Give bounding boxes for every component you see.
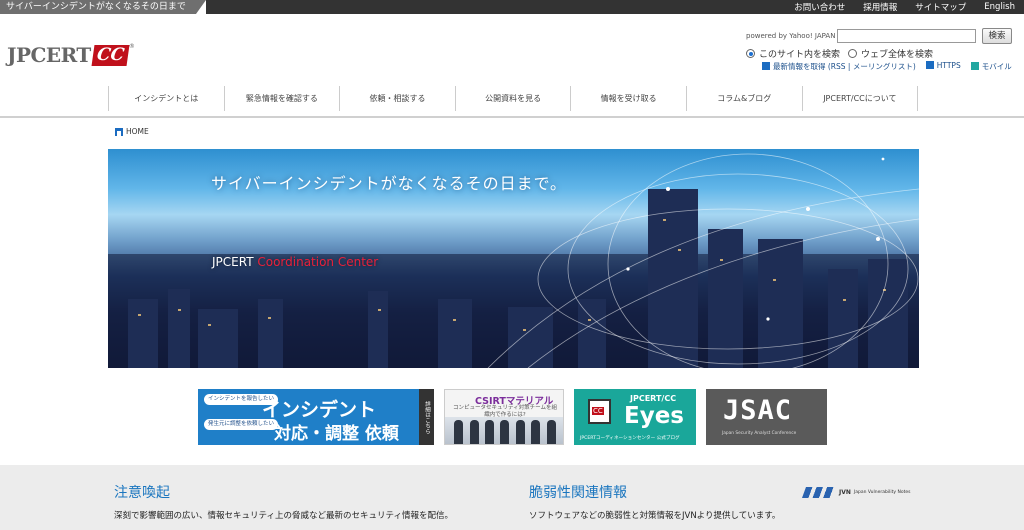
https-link[interactable]: HTTPS — [925, 61, 961, 72]
top-bar: サイバーインシデントがなくなるその日まで お問い合わせ 採用情報 サイトマップ … — [0, 0, 1024, 14]
rss-icon — [762, 62, 770, 70]
mobile-icon — [970, 62, 979, 70]
typewriter-icon — [588, 399, 611, 424]
contact-link[interactable]: お問い合わせ — [785, 1, 854, 13]
hero-tagline: サイバーインシデントがなくなるその日まで。 — [211, 174, 568, 193]
nav-item-column-blog[interactable]: コラム&ブログ — [687, 86, 803, 111]
jvn-mark-icon — [801, 487, 839, 498]
details-label: 詳細はこちら — [419, 389, 434, 445]
info-section: 注意喚起 深刻で影響範囲の広い、情報セキュリティ上の脅威など最新のセキュリティ情… — [0, 465, 1024, 530]
rss-link[interactable]: 最新情報を取得 (RSS | メーリングリスト) — [762, 61, 916, 72]
banner-subtitle: Japan Security Analyst Conference — [722, 431, 797, 436]
feature-banners: インシデントを報告したい 発生元に調整を依頼したい インシデント 対応・調整 依… — [198, 389, 827, 445]
banner-title: Eyes — [624, 403, 684, 429]
banner-subtitle: 対応・調整 依頼 — [274, 424, 399, 444]
feed-links: 最新情報を取得 (RSS | メーリングリスト) HTTPS モバイル — [762, 61, 1012, 72]
nav-item-subscribe[interactable]: 情報を受け取る — [571, 86, 687, 111]
alerts-heading[interactable]: 注意喚起 — [114, 482, 453, 502]
alerts-description: 深刻で影響範囲の広い、情報セキュリティ上の脅威など最新のセキュリティ情報を配信。 — [114, 511, 453, 521]
sitemap-link[interactable]: サイトマップ — [906, 1, 975, 13]
search-input[interactable] — [837, 29, 976, 43]
vulnerability-column: 脆弱性関連情報 ソフトウェアなどの脆弱性と対策情報をJVNより提供しています。 — [529, 482, 780, 521]
incident-report-banner[interactable]: インシデントを報告したい 発生元に調整を依頼したい インシデント 対応・調整 依… — [198, 389, 434, 445]
english-link[interactable]: English — [975, 2, 1024, 12]
nav-item-publications[interactable]: 公開資料を見る — [456, 86, 572, 111]
scope-site-radio[interactable]: このサイト内を検索 — [746, 47, 840, 60]
banner-title: インシデント — [262, 399, 377, 421]
banner-title: JSAC — [723, 395, 793, 426]
lock-icon — [925, 61, 934, 69]
banner-label: JPCERT/CC — [630, 394, 677, 403]
jpcert-logo[interactable]: JPCERT CC ® — [7, 43, 135, 67]
jvn-logo[interactable]: JVN Japan Vulnerability Notes — [801, 487, 910, 498]
nav-item-incident[interactable]: インシデントとは — [109, 86, 225, 111]
nav-item-alerts[interactable]: 緊急情報を確認する — [225, 86, 341, 111]
breadcrumb-home[interactable]: HOME — [126, 127, 149, 136]
nav-item-about[interactable]: JPCERT/CCについて — [803, 86, 919, 111]
team-photo — [445, 417, 563, 444]
eyes-blog-banner[interactable]: JPCERT/CC Eyes JPCERTコーディネーションセンター 公式ブログ — [574, 389, 696, 445]
mobile-link[interactable]: モバイル — [970, 61, 1012, 72]
alerts-column: 注意喚起 深刻で影響範囲の広い、情報セキュリティ上の脅威など最新のセキュリティ情… — [114, 482, 453, 521]
hero-banner: サイバーインシデントがなくなるその日まで。 JPCERT Coordinatio… — [108, 149, 919, 368]
vulnerability-heading[interactable]: 脆弱性関連情報 — [529, 482, 780, 502]
site-tagline: サイバーインシデントがなくなるその日まで — [0, 0, 196, 14]
vulnerability-description: ソフトウェアなどの脆弱性と対策情報をJVNより提供しています。 — [529, 511, 781, 521]
jsac-banner[interactable]: JSAC Japan Security Analyst Conference — [706, 389, 827, 445]
nav-item-request[interactable]: 依頼・相談する — [340, 86, 456, 111]
search-button[interactable]: 検索 — [982, 28, 1012, 44]
breadcrumb: HOME — [115, 127, 149, 136]
utility-links: お問い合わせ 採用情報 サイトマップ English — [206, 0, 1024, 14]
main-nav: インシデントとは 緊急情報を確認する 依頼・相談する 公開資料を見る 情報を受け… — [108, 86, 919, 111]
powered-by-label: powered by Yahoo! JAPAN — [746, 32, 836, 40]
scope-web-radio[interactable]: ウェブ全体を検索 — [848, 47, 933, 60]
banner-subtitle: JPCERTコーディネーションセンター 公式ブログ — [580, 436, 680, 441]
recruit-link[interactable]: 採用情報 — [854, 1, 906, 13]
home-icon — [115, 127, 123, 136]
csirt-material-banner[interactable]: CSIRTマテリアル コンピュータセキュリティ対策チームを組織内で作るには? — [444, 389, 564, 445]
hero-org-name: JPCERT Coordination Center — [212, 255, 379, 269]
search-scope: このサイト内を検索 ウェブ全体を検索 — [746, 47, 933, 60]
